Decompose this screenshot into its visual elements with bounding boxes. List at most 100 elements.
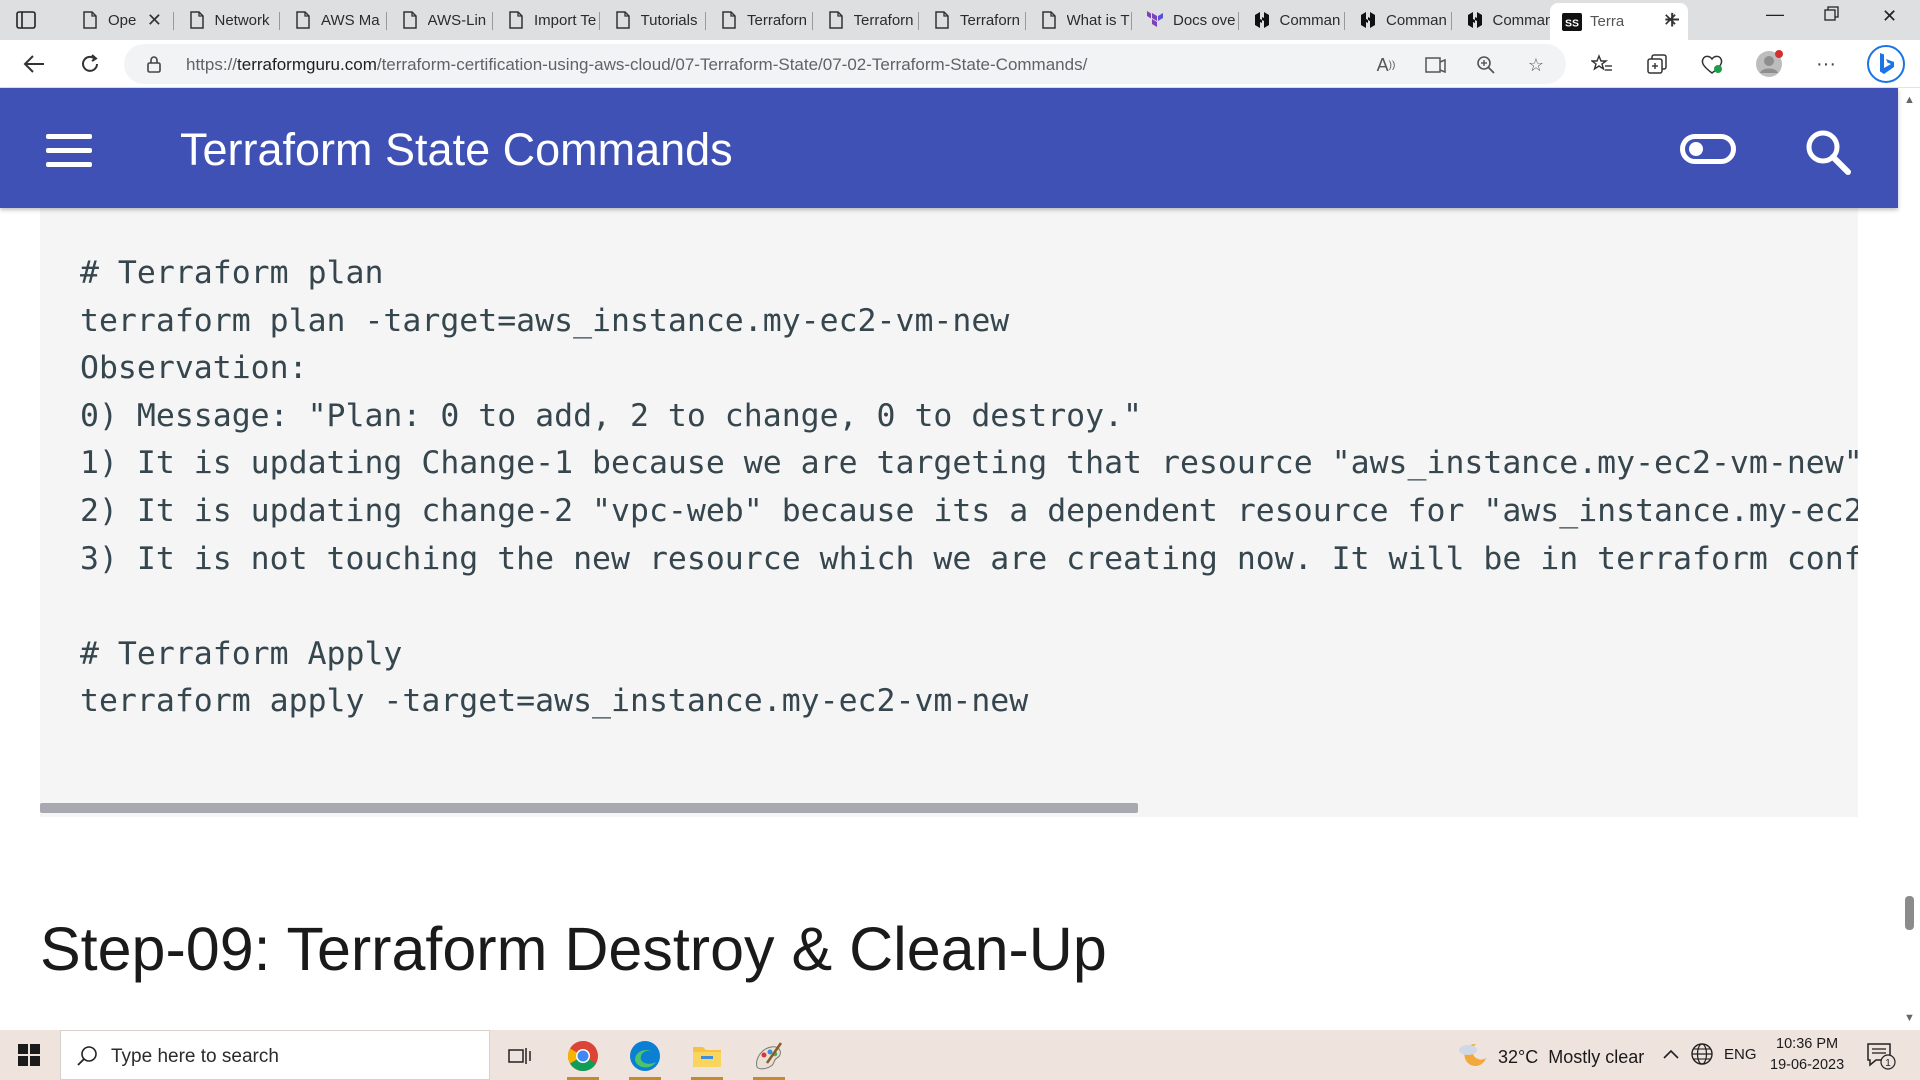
scrollbar-thumb[interactable]: [40, 803, 1138, 813]
bing-copilot-icon[interactable]: [1866, 44, 1906, 84]
input-language[interactable]: ENG: [1724, 1046, 1757, 1063]
tab-label: Terraforn: [747, 11, 808, 29]
code-line: terraform apply -target=aws_instance.my-…: [80, 683, 1029, 720]
taskbar-search-box[interactable]: Type here to search: [60, 1030, 490, 1080]
tab-2[interactable]: Network: [175, 3, 279, 37]
notification-center-icon[interactable]: 1: [1866, 1042, 1896, 1070]
favorite-star-icon[interactable]: ☆: [1524, 53, 1548, 77]
terraform-logo-icon: [1145, 11, 1165, 29]
page-icon: [932, 11, 952, 29]
code-line: 2) It is updating change-2 "vpc-web" bec…: [80, 492, 1858, 529]
read-aloud-icon[interactable]: A)): [1374, 53, 1398, 77]
page-icon: [506, 11, 526, 29]
tab-label: Terra: [1590, 13, 1625, 30]
chrome-app-icon[interactable]: [563, 1037, 603, 1080]
page-icon: [80, 11, 100, 29]
zoom-icon[interactable]: [1474, 53, 1498, 77]
svg-text:SS: SS: [1565, 17, 1579, 29]
page-icon: [1039, 11, 1059, 29]
tab-actions-menu-icon[interactable]: [14, 8, 38, 32]
tab-label: Comman: [1279, 11, 1341, 29]
tab-label: Network: [214, 11, 270, 29]
tab-separator: [918, 12, 919, 30]
code-line: 1) It is updating Change-1 because we ar…: [80, 445, 1858, 482]
tab-separator: [811, 12, 813, 30]
tab-label: What is T: [1066, 11, 1130, 29]
tab-label: Terraforn: [960, 11, 1021, 29]
system-clock[interactable]: 10:36 PM 19-06-2023: [1770, 1034, 1844, 1076]
tab-separator: [279, 12, 280, 30]
tab-8[interactable]: Terraforn: [814, 3, 918, 37]
tab-separator: [1237, 12, 1239, 30]
close-window-icon[interactable]: ✕: [1882, 6, 1897, 27]
network-globe-icon[interactable]: [1690, 1042, 1714, 1071]
tab-9[interactable]: Terraforn: [920, 3, 1024, 37]
show-hidden-icons-chevron-icon[interactable]: [1662, 1044, 1680, 1065]
lock-icon[interactable]: [146, 55, 162, 78]
tab-11[interactable]: Docs ove: [1133, 3, 1237, 37]
tab-1[interactable]: Ope ✕: [68, 3, 172, 37]
page-vertical-scrollbar[interactable]: ▲ ▼: [1898, 88, 1920, 1030]
scroll-down-arrow-icon[interactable]: ▼: [1904, 1012, 1915, 1024]
page-scrollbar-thumb[interactable]: [1905, 896, 1914, 930]
code-block: # Terraform plan terraform plan -target=a…: [40, 208, 1858, 808]
weather-widget[interactable]: 32°C Mostly clear: [1456, 1040, 1644, 1075]
code-text: # Terraform plan terraform plan -target=a…: [80, 250, 1858, 726]
immersive-reader-icon[interactable]: [1424, 53, 1448, 77]
settings-more-icon[interactable]: ···: [1812, 50, 1840, 78]
hashicorp-logo-icon: [1465, 11, 1485, 29]
tab-label: Ope: [108, 11, 137, 29]
new-tab-icon[interactable]: +: [1664, 4, 1680, 36]
collections-icon[interactable]: [1643, 50, 1671, 78]
hashicorp-logo-icon: [1252, 11, 1272, 29]
page-icon: [400, 11, 420, 29]
refresh-icon[interactable]: [76, 50, 104, 78]
tab-separator: [1131, 12, 1132, 30]
profile-avatar[interactable]: [1755, 50, 1783, 78]
tab-12[interactable]: Comman: [1240, 3, 1344, 37]
code-line: Observation:: [80, 350, 308, 387]
search-icon: [77, 1045, 99, 1072]
browser-tab-strip: Ope ✕ Network AWS Ma AWS-Lin Import Te Tutoria…: [0, 0, 1920, 40]
svg-text:1: 1: [1885, 1058, 1891, 1069]
tab-14[interactable]: Comman: [1453, 3, 1557, 37]
url-text[interactable]: https://terraformguru.com/terraform-cert…: [186, 55, 1087, 75]
code-horizontal-scrollbar[interactable]: [40, 799, 1858, 817]
code-line: # Terraform Apply: [80, 635, 403, 672]
page-title: Terraform State Commands: [180, 124, 733, 175]
clock-date: 19-06-2023: [1770, 1057, 1845, 1073]
search-icon[interactable]: [1804, 128, 1852, 176]
tab-7[interactable]: Terraforn: [707, 3, 811, 37]
dark-mode-toggle[interactable]: [1680, 134, 1736, 164]
restore-icon[interactable]: [1824, 6, 1840, 27]
tab-5[interactable]: Import Te: [494, 3, 598, 37]
windows-start-icon[interactable]: [18, 1044, 40, 1066]
tab-10[interactable]: What is T: [1027, 3, 1131, 37]
edge-app-icon[interactable]: [625, 1037, 665, 1080]
tab-4[interactable]: AWS-Lin: [388, 3, 492, 37]
code-line: # Terraform plan: [80, 255, 384, 291]
favorites-icon[interactable]: [1588, 50, 1616, 78]
tab-13[interactable]: Comman: [1346, 3, 1450, 37]
tab-label: Terraforn: [853, 11, 914, 29]
browser-essentials-icon[interactable]: [1698, 50, 1726, 78]
page-content: # Terraform plan terraform plan -target=a…: [0, 208, 1898, 1030]
address-bar[interactable]: https://terraformguru.com/terraform-cert…: [124, 44, 1566, 84]
scroll-up-arrow-icon[interactable]: ▲: [1904, 94, 1915, 106]
hamburger-menu-icon[interactable]: [46, 134, 94, 167]
tab-6[interactable]: Tutorials: [601, 3, 705, 37]
tab-3[interactable]: AWS Ma: [281, 3, 385, 37]
file-explorer-icon[interactable]: [687, 1037, 727, 1080]
close-tab-icon[interactable]: ✕: [147, 10, 162, 31]
code-line: 0) Message: "Plan: 0 to add, 2 to change…: [80, 397, 1143, 434]
paint-app-icon[interactable]: [749, 1037, 789, 1080]
task-view-icon[interactable]: [500, 1037, 540, 1075]
tab-label: AWS Ma: [321, 11, 380, 29]
back-arrow-icon[interactable]: [20, 50, 48, 78]
code-line: 3) It is not touching the new resource w…: [80, 540, 1858, 577]
minimize-icon[interactable]: —: [1766, 4, 1784, 25]
windows-taskbar: Type here to search 32°C Mostly clear EN…: [0, 1030, 1920, 1080]
weather-moon-icon: [1456, 1040, 1488, 1075]
tab-label: Comman: [1386, 11, 1447, 29]
